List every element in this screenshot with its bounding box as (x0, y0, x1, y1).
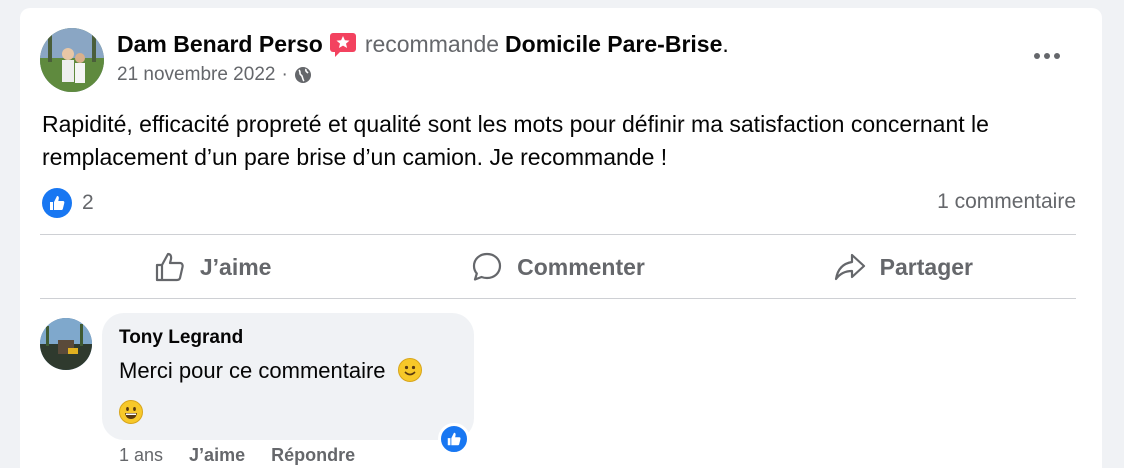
comment-emoji-line (119, 400, 474, 426)
share-arrow-icon (834, 253, 865, 281)
comment-text: Merci pour ce commentaire (119, 358, 386, 383)
like-button-label: J’aime (199, 253, 272, 280)
author-avatar[interactable] (40, 28, 104, 92)
more-dot-icon (1034, 53, 1040, 59)
comment-text-line: Merci pour ce commentaire (119, 355, 474, 387)
like-button[interactable]: J’aime (40, 236, 385, 298)
more-options-button[interactable] (1032, 44, 1062, 68)
comment-like-reaction-icon[interactable] (438, 423, 470, 455)
divider (40, 298, 1076, 299)
comment-button[interactable]: Commenter (385, 236, 730, 298)
comment-time[interactable]: 1 ans (119, 445, 163, 466)
like-reaction-icon (42, 188, 72, 218)
share-button-label: Partager (879, 253, 973, 280)
header-period: . (722, 31, 729, 57)
reaction-count: 2 (82, 191, 94, 214)
thumbs-up-icon (155, 252, 184, 282)
grinning-icon (119, 400, 143, 424)
author-name[interactable]: Dam Benard Perso (117, 31, 323, 58)
globe-icon (294, 66, 312, 84)
comment-bubble-icon (472, 252, 502, 281)
comment-reply-button[interactable]: Répondre (271, 445, 355, 466)
comment-count-link[interactable]: 1 commentaire (937, 188, 1076, 216)
recommend-star-icon (329, 32, 357, 58)
commenter-name[interactable]: Tony Legrand (119, 326, 474, 350)
more-dot-icon (1044, 53, 1050, 59)
post-header: Dam Benard Perso recommande Domicile Par… (117, 31, 729, 58)
post-meta: 21 novembre 2022 · (117, 64, 312, 86)
more-dot-icon (1054, 53, 1060, 59)
post-date[interactable]: 21 novembre 2022 (117, 64, 275, 86)
smiley-icon (397, 358, 422, 382)
divider (40, 234, 1076, 235)
recommend-verb: recommande (364, 31, 500, 57)
commenter-avatar[interactable] (40, 318, 92, 370)
reaction-summary[interactable]: 2 (42, 188, 94, 218)
comment-like-button[interactable]: J’aime (189, 445, 245, 466)
comment-bubble: Tony Legrand Merci pour ce commentaire (102, 313, 474, 440)
comment-actions: 1 ans J’aime Répondre (119, 445, 355, 466)
meta-separator: · (281, 64, 288, 85)
action-bar: J’aime Commenter Partager (40, 236, 1076, 298)
post-text: Rapidité, efficacité propreté et qualité… (42, 111, 989, 170)
comment-button-label: Commenter (517, 253, 645, 280)
post-card: Dam Benard Perso recommande Domicile Par… (20, 8, 1102, 468)
page-name-link[interactable]: Domicile Pare-Brise (505, 31, 722, 58)
share-button[interactable]: Partager (731, 236, 1076, 298)
